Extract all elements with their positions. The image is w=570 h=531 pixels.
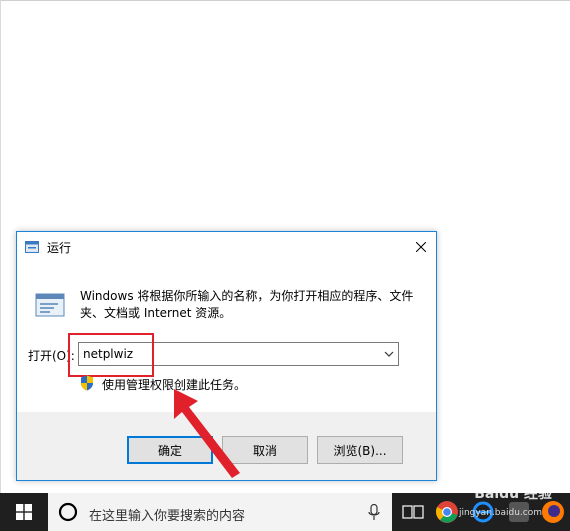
taskbar-search-box[interactable]: 在这里输入你要搜索的内容 — [48, 493, 392, 531]
run-program-icon — [35, 293, 65, 317]
browse-button[interactable]: 浏览(B)... — [317, 436, 403, 464]
dialog-footer: 确定 取消 浏览(B)... — [17, 412, 436, 480]
chrome-icon[interactable] — [434, 499, 460, 525]
cortana-circle-icon — [58, 502, 78, 522]
windows-logo-icon — [16, 504, 32, 520]
close-button[interactable] — [412, 238, 430, 256]
baidu-watermark-url: jingyan.baidu.com — [458, 508, 542, 518]
dialog-title: 运行 — [47, 241, 72, 255]
open-input[interactable]: netplwiz — [83, 347, 133, 361]
close-icon — [416, 242, 426, 252]
ok-button[interactable]: 确定 — [127, 436, 213, 464]
dialog-titlebar[interactable]: 运行 — [17, 232, 436, 262]
baidu-watermark: Baidu 经验 — [474, 486, 552, 502]
cancel-button[interactable]: 取消 — [222, 436, 308, 464]
open-label: 打开(O): — [28, 349, 75, 363]
uac-shield-icon — [81, 375, 93, 391]
start-button[interactable] — [0, 493, 48, 531]
task-view-icon[interactable] — [400, 499, 426, 525]
chevron-down-icon[interactable] — [384, 350, 394, 358]
taskbar-search-placeholder: 在这里输入你要搜索的内容 — [89, 509, 246, 524]
dialog-description: Windows 将根据你所输入的名称，为你打开相应的程序、文件夹、文档或 Int… — [80, 289, 414, 320]
run-app-icon — [25, 241, 39, 253]
run-dialog: 运行 Windows 将根据你所输入的名称，为你打开相应的程序、文件夹、文档或 … — [16, 231, 437, 481]
admin-notice-text: 使用管理权限创建此任务。 — [102, 378, 247, 392]
microphone-icon[interactable] — [368, 504, 380, 521]
left-divider — [0, 0, 1, 493]
top-divider — [0, 0, 570, 1]
dialog-body: Windows 将根据你所输入的名称，为你打开相应的程序、文件夹、文档或 Int… — [17, 262, 436, 412]
open-combobox[interactable]: netplwiz — [78, 342, 399, 366]
